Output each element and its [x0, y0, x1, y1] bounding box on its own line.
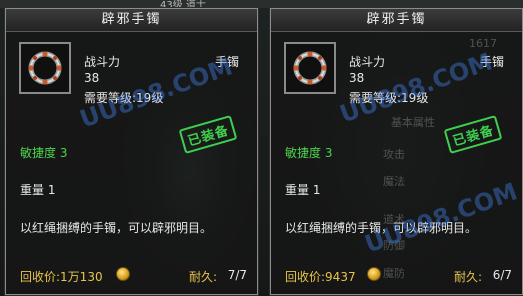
gold-coin-icon	[367, 267, 381, 281]
combat-power-value: 38	[349, 71, 365, 85]
background-label-magic-defense: 魔防	[383, 267, 405, 280]
durability-label: 耐久:	[453, 270, 482, 284]
bracelet-icon	[19, 42, 71, 94]
equipment-slot: 手镯	[214, 55, 239, 69]
level-requirement: 需要等级:19级	[349, 91, 429, 105]
combat-power-label: 战斗力	[84, 55, 121, 69]
level-requirement: 需要等级:19级	[84, 91, 164, 105]
equipment-slot: 手镯	[479, 55, 504, 69]
durability-value: 6/7	[492, 268, 512, 282]
item-tooltip-right: 1617 基本属性 攻击 魔法 道术 防御 魔防 辟邪手镯 战斗力 38 需要等…	[269, 7, 523, 296]
item-description: 以红绳捆缚的手镯，可以辟邪明目。	[20, 221, 213, 235]
background-stat-number: 1617	[469, 37, 497, 50]
equipped-stamp: 已装备	[443, 115, 503, 154]
combat-power-label: 战斗力	[349, 55, 386, 69]
background-label-basic-attributes: 基本属性	[391, 116, 435, 129]
item-weight: 重量 1	[285, 183, 321, 197]
background-label-defense: 防御	[383, 239, 405, 252]
recycle-price: 回收价:1万130	[20, 270, 103, 284]
background-label-attack: 攻击	[383, 148, 405, 161]
durability-label: 耐久:	[188, 270, 217, 284]
background-label-magic: 魔法	[383, 175, 405, 188]
item-title: 辟邪手镯	[271, 9, 522, 32]
bracelet-icon	[284, 42, 336, 94]
item-title: 辟邪手镯	[6, 9, 257, 32]
item-tooltip-left: 辟邪手镯 战斗力 38 需要等级:19级 手镯 已装备 敏捷度 3 重量 1 以…	[4, 7, 259, 296]
top-status-strip: 43级 道士	[0, 0, 523, 11]
agility-attribute: 敏捷度 3	[20, 146, 68, 160]
durability-value: 7/7	[227, 268, 247, 282]
item-description: 以红绳捆缚的手镯，可以辟邪明目。	[285, 221, 478, 235]
agility-attribute: 敏捷度 3	[285, 146, 333, 160]
equipped-stamp: 已装备	[178, 115, 238, 154]
gold-coin-icon	[116, 267, 130, 281]
item-weight: 重量 1	[20, 183, 56, 197]
recycle-price: 回收价:9437	[285, 270, 356, 284]
combat-power-value: 38	[84, 71, 100, 85]
